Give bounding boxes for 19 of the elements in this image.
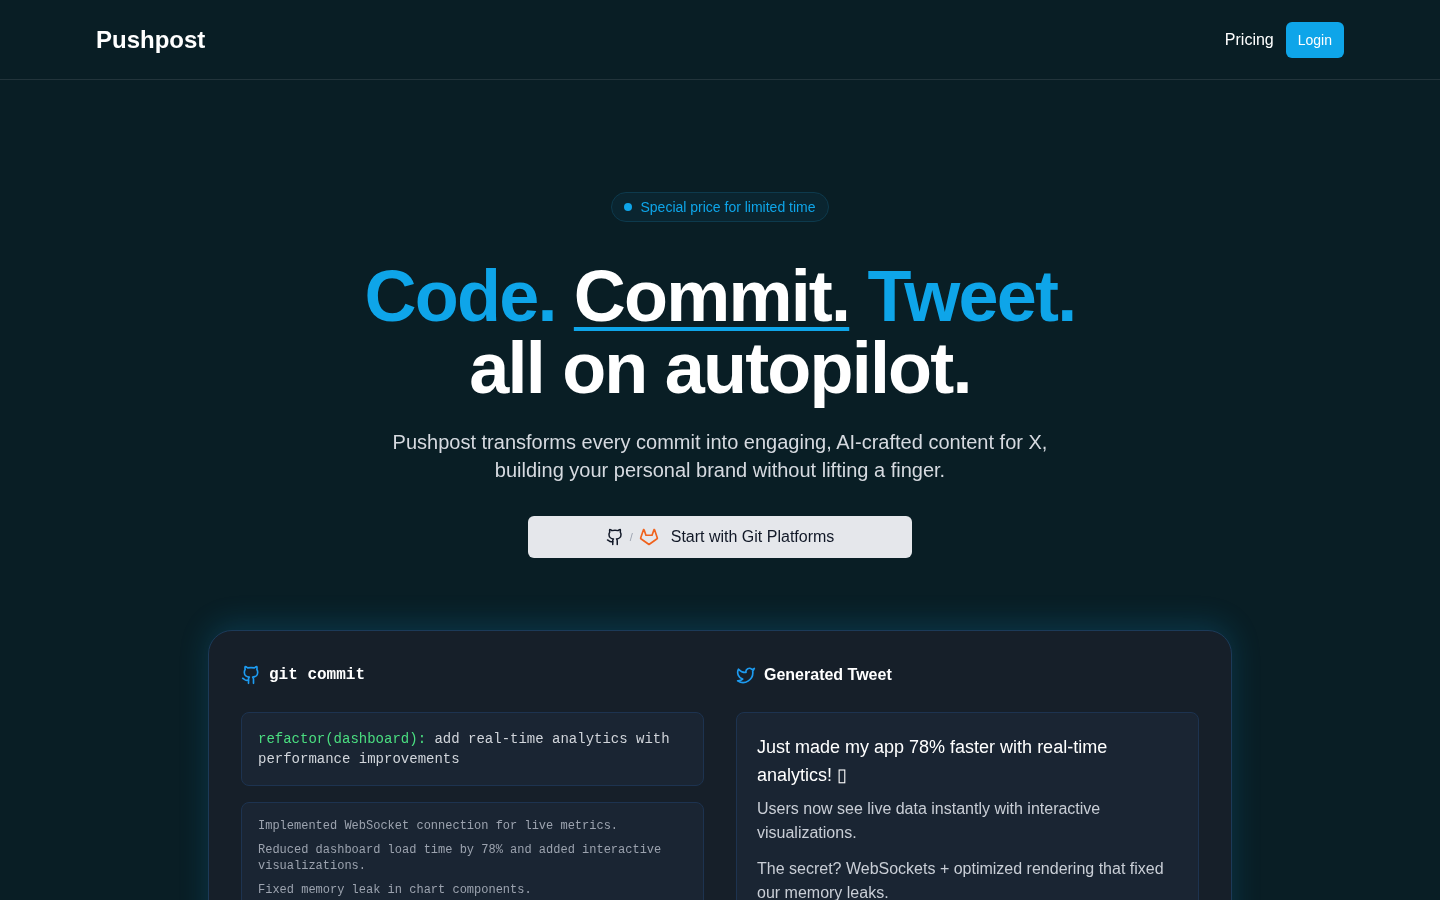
commit-detail-line: Implemented WebSocket connection for live metrics. xyxy=(258,818,620,834)
logo-text: Pushpost xyxy=(96,25,206,54)
tweet-paragraph: Users now see live data instantly with interactive visualizations. xyxy=(757,799,1102,843)
slash-separator: / xyxy=(629,531,633,543)
commit-message: refactor(dashboard): add real-time analytics with performance improvements xyxy=(258,730,671,769)
dot-icon xyxy=(624,203,633,211)
hero-subtitle: Pushpost transforms every commit into engaging, AI-crafted content for X, building your personal brand without lifting a finger. xyxy=(391,430,1049,483)
gitlab-icon xyxy=(638,527,659,547)
commit-detail-line: Fixed memory leak in chart components. xyxy=(258,882,533,898)
bird-icon xyxy=(736,665,756,685)
commit-panel-title: git commit xyxy=(269,666,365,684)
promo-text: Special price for limited time xyxy=(640,199,816,215)
commit-detail-line: Reduced dashboard load time by 78% and added interactive visualizations. xyxy=(258,842,663,874)
tweet-panel-title: Generated Tweet xyxy=(764,666,892,684)
github-icon xyxy=(605,528,624,546)
github-icon xyxy=(241,665,261,685)
pricing-link[interactable]: Pricing xyxy=(1224,30,1274,49)
start-button[interactable]: / Start with Git Platforms xyxy=(528,516,912,558)
tweet-lead-text: Just made my app 78% faster with real-time analytics! ▯ xyxy=(757,736,1109,787)
